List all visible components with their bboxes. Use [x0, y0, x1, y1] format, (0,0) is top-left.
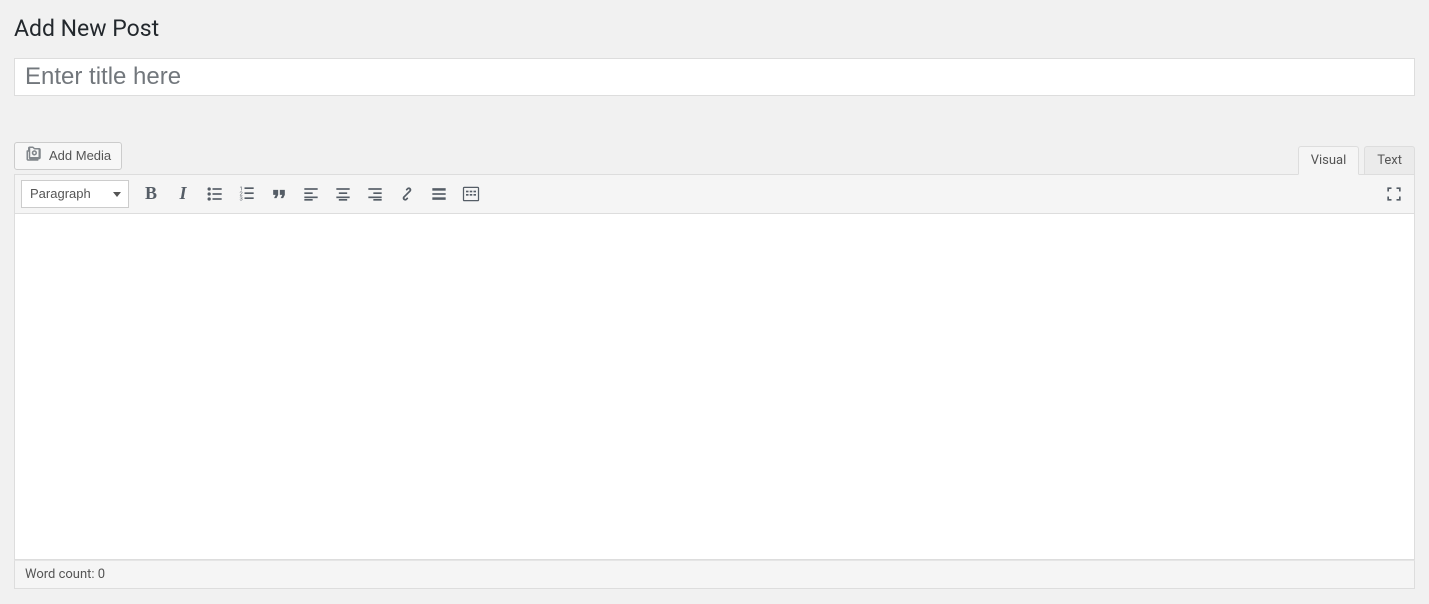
- blockquote-button[interactable]: [265, 180, 293, 208]
- status-bar: Word count: 0: [14, 560, 1415, 589]
- content-editor[interactable]: [14, 214, 1415, 560]
- link-button[interactable]: [393, 180, 421, 208]
- tab-text[interactable]: Text: [1364, 146, 1415, 175]
- editor-tabs: Visual Text: [1293, 146, 1415, 175]
- title-input[interactable]: [14, 58, 1415, 96]
- svg-text:3: 3: [240, 197, 243, 203]
- bulleted-list-button[interactable]: [201, 180, 229, 208]
- word-count-label: Word count:: [25, 567, 98, 582]
- add-media-label: Add Media: [49, 148, 111, 163]
- editor-toolbar: Paragraph B I 123: [14, 174, 1415, 214]
- word-count-value: 0: [98, 567, 105, 582]
- bold-button[interactable]: B: [137, 180, 165, 208]
- align-center-button[interactable]: [329, 180, 357, 208]
- read-more-button[interactable]: [425, 180, 453, 208]
- numbered-list-button[interactable]: 123: [233, 180, 261, 208]
- italic-button[interactable]: I: [169, 180, 197, 208]
- add-media-button[interactable]: Add Media: [14, 142, 122, 170]
- page-title: Add New Post: [14, 10, 1415, 44]
- tab-visual[interactable]: Visual: [1298, 146, 1360, 175]
- media-icon: [25, 145, 43, 166]
- format-select[interactable]: Paragraph: [21, 180, 129, 208]
- align-left-button[interactable]: [297, 180, 325, 208]
- fullscreen-button[interactable]: [1380, 180, 1408, 208]
- toolbar-toggle-button[interactable]: [457, 180, 485, 208]
- align-right-button[interactable]: [361, 180, 389, 208]
